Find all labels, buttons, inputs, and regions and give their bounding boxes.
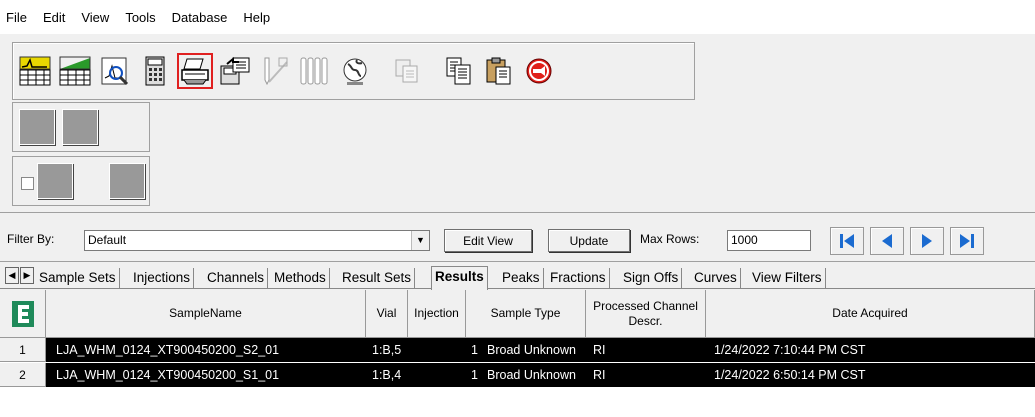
menu-tools[interactable]: Tools [117,10,163,25]
cell-vial: 1:B,5 [372,343,402,357]
max-rows-input[interactable]: 1000 [727,230,811,251]
filter-value: Default [88,233,127,247]
update-button[interactable]: Update [548,229,630,252]
tertiary-toolbar [12,156,150,206]
copy-disabled-icon [389,53,425,89]
empower-logo-icon [11,300,34,327]
cell-date-acquired: 1/24/2022 6:50:14 PM CST [714,368,866,382]
menu-database[interactable]: Database [164,10,236,25]
tab-sample-sets[interactable]: Sample Sets [36,268,120,289]
tab-curves[interactable]: Curves [691,268,741,289]
menu-bar: File Edit View Tools Database Help [0,0,1035,34]
row-number[interactable]: 2 [0,363,46,387]
cell-sample-type: Broad Unknown [487,343,576,357]
syringe-icon[interactable] [257,53,293,89]
tab-scroll-right-icon[interactable]: ▶ [20,267,34,284]
tab-scroll-left-icon[interactable]: ◀ [5,267,19,284]
column-header-date-acquired[interactable]: Date Acquired [706,290,1035,337]
globe-icon[interactable] [337,53,373,89]
row-number[interactable]: 1 [0,338,46,362]
vials-icon[interactable] [297,53,333,89]
column-header-sample-type[interactable]: Sample Type [466,290,586,337]
calculator-icon[interactable] [137,53,173,89]
tab-strip: ◀ ▶ Sample Sets Injections Channels Meth… [0,265,1035,290]
row-data[interactable]: LJA_WHM_0124_XT900450200_S2_01 1:B,5 1 B… [46,338,1035,362]
print-button[interactable] [177,53,213,89]
export-icon[interactable] [217,53,253,89]
tab-results[interactable]: Results [431,266,488,290]
cell-vial: 1:B,4 [372,368,402,382]
grid-view-button-2[interactable] [62,109,98,145]
edit-view-button[interactable]: Edit View [444,229,532,252]
tab-methods[interactable]: Methods [271,268,330,289]
layout-button[interactable] [37,163,73,199]
first-record-icon[interactable] [830,227,864,255]
last-record-icon[interactable] [950,227,984,255]
tab-view-filters[interactable]: View Filters [749,268,826,289]
sample-sets-icon[interactable] [17,53,53,89]
chevron-down-icon[interactable]: ▼ [411,231,429,250]
menu-file[interactable]: File [0,10,35,25]
table-row[interactable]: 2 LJA_WHM_0124_XT900450200_S1_01 1:B,4 1… [0,363,1035,388]
cell-channel-descr: RI [593,368,606,382]
filter-label: Filter By: [7,232,55,246]
tab-peaks[interactable]: Peaks [499,268,544,289]
tab-scroll-arrows: ◀ ▶ [5,267,35,286]
tab-sign-offs[interactable]: Sign Offs [620,268,683,289]
results-table: SampleName Vial Injection Sample Type Pr… [0,290,1035,417]
column-header-samplename[interactable]: SampleName [46,290,366,337]
results-icon[interactable] [57,53,93,89]
tab-fractions[interactable]: Fractions [547,268,610,289]
tab-result-sets[interactable]: Result Sets [339,268,416,289]
column-header-injection[interactable]: Injection [408,290,466,337]
menu-edit[interactable]: Edit [35,10,73,25]
column-header-channel-descr[interactable]: Processed Channel Descr. [586,290,706,337]
next-record-icon[interactable] [910,227,944,255]
cell-injection: 1 [471,368,478,382]
grid-view-button[interactable] [19,109,55,145]
cell-sample-type: Broad Unknown [487,368,576,382]
row-data[interactable]: LJA_WHM_0124_XT900450200_S1_01 1:B,4 1 B… [46,363,1035,387]
menu-help[interactable]: Help [235,10,278,25]
previous-record-icon[interactable] [870,227,904,255]
stop-icon[interactable] [521,53,557,89]
table-row[interactable]: 1 LJA_WHM_0124_XT900450200_S2_01 1:B,5 1… [0,338,1035,363]
main-toolbar [12,42,695,100]
review-icon[interactable] [97,53,133,89]
table-corner[interactable] [0,290,46,337]
table-header: SampleName Vial Injection Sample Type Pr… [0,290,1035,338]
tab-channels[interactable]: Channels [204,268,269,289]
layout-button-2[interactable] [109,163,145,199]
max-rows-label: Max Rows: [640,232,700,246]
option-checkbox[interactable] [21,177,34,190]
cell-channel-descr: RI [593,343,606,357]
paste-icon[interactable] [481,53,517,89]
tab-injections[interactable]: Injections [130,268,195,289]
cell-date-acquired: 1/24/2022 7:10:44 PM CST [714,343,866,357]
secondary-toolbar [12,102,150,152]
cell-samplename: LJA_WHM_0124_XT900450200_S2_01 [56,343,280,357]
cell-samplename: LJA_WHM_0124_XT900450200_S1_01 [56,368,280,382]
copy-icon[interactable] [441,53,477,89]
filter-bar: Filter By: Default ▼ Edit View Update Ma… [0,212,1035,262]
menu-view[interactable]: View [73,10,117,25]
cell-injection: 1 [471,343,478,357]
print-icon [181,58,209,85]
filter-dropdown[interactable]: Default ▼ [84,230,430,251]
column-header-vial[interactable]: Vial [366,290,408,337]
